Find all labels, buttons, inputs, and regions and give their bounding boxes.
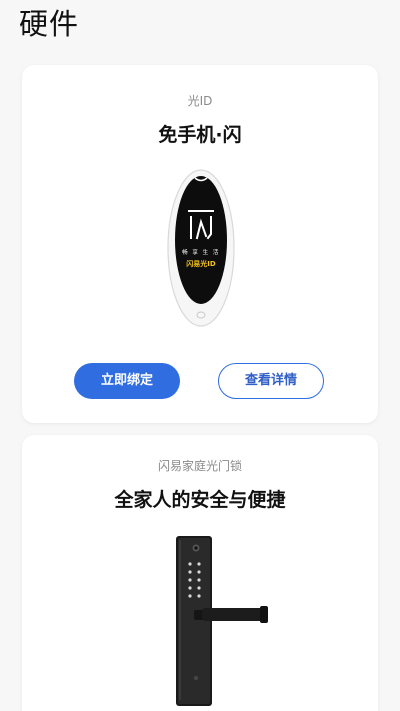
light-id-card[interactable]: 光ID 免手机·闪 畅 享 生 活 闪易光ID 立即绑定 查看详情 [22, 65, 378, 423]
door-lock-card[interactable]: 闪易家庭光门锁 全家人的安全与便捷 [22, 435, 378, 711]
hardware-page: 硬件 光ID 免手机·闪 畅 享 生 活 闪易光ID 立即绑定 查看详情 闪易家… [0, 0, 400, 711]
fob-brand: 闪易光ID [186, 259, 216, 268]
card-heading: 全家人的安全与便捷 [114, 489, 286, 511]
light-id-fob-icon: 畅 享 生 活 闪易光ID [167, 169, 235, 327]
card-subtitle: 光ID [187, 94, 213, 108]
page-title: 硬件 [19, 7, 80, 41]
card-heading: 免手机·闪 [158, 124, 242, 146]
card-subtitle: 闪易家庭光门锁 [157, 459, 242, 473]
fob-slogan: 畅 享 生 活 [182, 248, 220, 256]
bind-now-button[interactable]: 立即绑定 [74, 363, 180, 399]
view-details-button[interactable]: 查看详情 [218, 363, 324, 399]
smart-door-lock-icon [176, 536, 268, 706]
